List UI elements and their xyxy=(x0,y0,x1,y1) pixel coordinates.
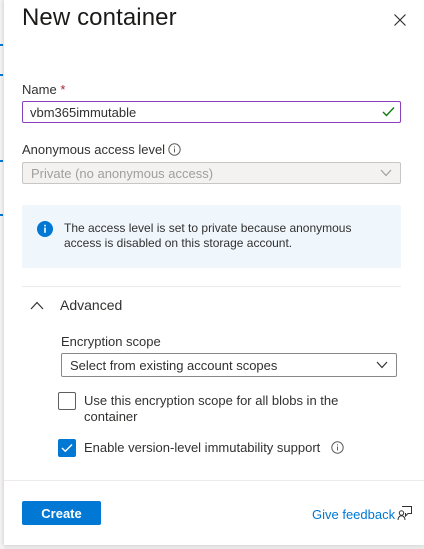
info-message-text: The access level is set to private becau… xyxy=(64,221,352,250)
version-immutability-checkbox[interactable] xyxy=(58,439,76,457)
create-button[interactable]: Create xyxy=(22,501,101,525)
encryption-scope-select[interactable]: Select from existing account scopes xyxy=(61,353,397,377)
close-button[interactable] xyxy=(390,10,410,30)
version-immutability-label: Enable version-level immutability suppor… xyxy=(84,440,321,455)
give-feedback-link[interactable]: Give feedback xyxy=(312,507,395,522)
required-marker: * xyxy=(60,82,66,97)
checkmark-icon xyxy=(382,107,395,117)
info-message-bar: The access level is set to private becau… xyxy=(22,205,401,268)
checkmark-icon xyxy=(61,444,73,453)
name-label: Name * xyxy=(22,82,65,97)
encryption-scope-placeholder: Select from existing account scopes xyxy=(70,358,278,373)
name-input[interactable] xyxy=(22,101,401,123)
background-marker xyxy=(0,44,3,46)
background-marker xyxy=(0,160,3,162)
panel-title: New container xyxy=(22,4,177,31)
info-icon[interactable] xyxy=(168,143,181,156)
access-level-select: Private (no anonymous access) xyxy=(22,162,401,184)
chevron-down-icon xyxy=(376,361,388,369)
section-divider xyxy=(22,286,401,287)
chevron-up-icon xyxy=(30,301,44,310)
new-container-panel: New container Name * Anonymous access le… xyxy=(4,0,424,545)
close-icon xyxy=(394,14,406,26)
info-filled-icon xyxy=(37,221,53,237)
feedback-person-icon[interactable] xyxy=(397,505,413,521)
info-icon[interactable] xyxy=(331,441,344,454)
access-level-label: Anonymous access level xyxy=(22,142,166,157)
use-scope-all-blobs-checkbox[interactable] xyxy=(58,392,76,410)
use-scope-all-blobs-label: Use this encryption scope for all blobs … xyxy=(84,393,339,424)
background-marker xyxy=(0,74,3,76)
advanced-label: Advanced xyxy=(60,297,123,313)
encryption-scope-label: Encryption scope xyxy=(61,334,161,349)
name-label-text: Name xyxy=(22,82,57,97)
background-marker xyxy=(0,214,3,216)
footer-divider xyxy=(4,480,424,481)
access-level-value: Private (no anonymous access) xyxy=(31,166,214,181)
chevron-down-icon xyxy=(380,169,392,177)
